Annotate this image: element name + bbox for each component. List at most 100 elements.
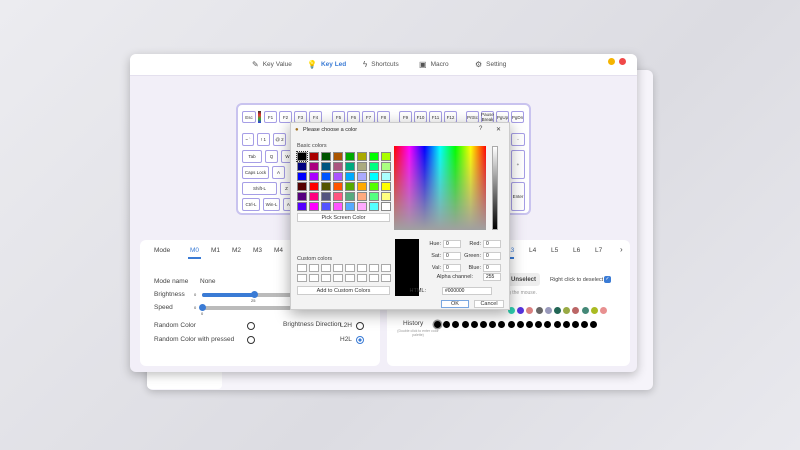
- blue-spinbox[interactable]: 0: [483, 264, 501, 272]
- basic-color-swatch[interactable]: [345, 162, 355, 171]
- custom-color-slot[interactable]: [309, 264, 319, 272]
- basic-color-swatch[interactable]: [345, 182, 355, 191]
- layer-tab-l5[interactable]: L5: [551, 247, 558, 254]
- palette-color[interactable]: [526, 307, 534, 314]
- nav-tab-key-led[interactable]: 💡 Key Led: [307, 60, 346, 69]
- basic-color-swatch[interactable]: [333, 192, 343, 201]
- palette-color[interactable]: [600, 307, 607, 314]
- palette-color[interactable]: [563, 307, 571, 314]
- custom-color-slot[interactable]: [369, 264, 379, 272]
- palette-color[interactable]: [590, 307, 598, 314]
- unselect-button[interactable]: Unselect: [507, 273, 540, 286]
- basic-color-swatch[interactable]: [309, 192, 319, 201]
- custom-color-slot[interactable]: [369, 274, 379, 282]
- l2h-radio[interactable]: [356, 322, 364, 330]
- layer-tab-l4[interactable]: L4: [529, 247, 536, 254]
- green-spinbox[interactable]: 0: [483, 252, 501, 260]
- basic-color-swatch[interactable]: [321, 202, 331, 211]
- random-pressed-radio[interactable]: [247, 336, 255, 344]
- pick-screen-color-button[interactable]: Pick Screen Color: [297, 213, 390, 222]
- close-button[interactable]: [619, 58, 626, 65]
- basic-color-swatch[interactable]: [369, 172, 379, 181]
- custom-color-slot[interactable]: [321, 264, 331, 272]
- nav-tab-shortcuts[interactable]: ϟ Shortcuts: [363, 60, 399, 69]
- basic-color-swatch[interactable]: [333, 182, 343, 191]
- basic-color-swatch[interactable]: [369, 162, 379, 171]
- palette-color[interactable]: [554, 307, 561, 314]
- key[interactable]: Shift-L: [242, 182, 277, 195]
- basic-color-swatch[interactable]: [321, 162, 331, 171]
- mode-tab-m3[interactable]: M3: [253, 247, 262, 254]
- custom-color-slot[interactable]: [297, 264, 307, 272]
- basic-color-swatch[interactable]: [357, 202, 367, 211]
- palette-color[interactable]: [572, 307, 580, 314]
- custom-color-slot[interactable]: [333, 264, 343, 272]
- custom-color-slot[interactable]: [381, 274, 391, 282]
- history-color[interactable]: [452, 321, 460, 328]
- key[interactable]: A: [272, 166, 285, 179]
- basic-color-swatch[interactable]: [297, 192, 307, 201]
- basic-color-swatch[interactable]: [369, 182, 379, 191]
- basic-color-swatch[interactable]: [381, 172, 391, 181]
- palette-color[interactable]: [581, 307, 589, 314]
- basic-color-swatch[interactable]: [357, 172, 367, 181]
- custom-color-slot[interactable]: [345, 274, 355, 282]
- basic-color-swatch[interactable]: [345, 192, 355, 201]
- luminance-slider[interactable]: [492, 146, 498, 230]
- chevron-right-icon[interactable]: ›: [620, 245, 623, 254]
- key[interactable]: Ctrl-L: [242, 198, 260, 211]
- red-spinbox[interactable]: 0: [483, 240, 501, 248]
- basic-color-swatch[interactable]: [321, 192, 331, 201]
- layer-tab-l6[interactable]: L6: [573, 247, 580, 254]
- custom-color-slot[interactable]: [357, 274, 367, 282]
- nav-tab-macro[interactable]: ▣ Macro: [419, 60, 449, 69]
- mode-tab-m0[interactable]: M0: [190, 247, 199, 254]
- basic-color-swatch[interactable]: [296, 151, 308, 162]
- key[interactable]: +: [511, 150, 525, 179]
- key[interactable]: ! 1: [257, 133, 270, 146]
- history-color[interactable]: [498, 321, 506, 328]
- basic-color-swatch[interactable]: [309, 172, 319, 181]
- custom-color-slot[interactable]: [381, 264, 391, 272]
- key[interactable]: Q: [265, 150, 278, 163]
- basic-color-swatch[interactable]: [309, 202, 319, 211]
- history-color[interactable]: [443, 321, 451, 328]
- basic-color-swatch[interactable]: [357, 152, 367, 161]
- key[interactable]: Caps Lock: [242, 166, 269, 179]
- history-color[interactable]: [507, 321, 515, 328]
- basic-color-swatch[interactable]: [321, 152, 331, 161]
- history-color[interactable]: [544, 321, 552, 328]
- history-color[interactable]: [480, 321, 487, 328]
- key[interactable]: Win-L: [263, 198, 280, 211]
- basic-color-swatch[interactable]: [381, 182, 391, 191]
- custom-color-slot[interactable]: [309, 274, 319, 282]
- basic-color-swatch[interactable]: [381, 192, 391, 201]
- key[interactable]: Esc: [242, 111, 256, 123]
- key[interactable]: Enter: [511, 182, 525, 211]
- nav-tab-key-value[interactable]: ✎ Key Value: [252, 60, 292, 69]
- key[interactable]: ~ `: [242, 133, 254, 146]
- basic-color-swatch[interactable]: [357, 192, 367, 201]
- basic-color-swatch[interactable]: [309, 152, 319, 161]
- layer-tab-l7[interactable]: L7: [595, 247, 602, 254]
- mode-tab-m4[interactable]: M4: [274, 247, 283, 254]
- history-color[interactable]: [526, 321, 533, 328]
- color-spectrum[interactable]: [394, 146, 486, 230]
- basic-color-swatch[interactable]: [297, 172, 307, 181]
- cancel-button[interactable]: Cancel: [474, 300, 504, 308]
- history-color[interactable]: [535, 321, 543, 328]
- custom-color-slot[interactable]: [297, 274, 307, 282]
- basic-color-swatch[interactable]: [297, 202, 307, 211]
- ok-button[interactable]: OK: [441, 300, 469, 308]
- h2l-radio[interactable]: [356, 336, 364, 344]
- basic-color-swatch[interactable]: [345, 172, 355, 181]
- html-input[interactable]: #000000: [442, 287, 492, 295]
- basic-color-swatch[interactable]: [309, 162, 319, 171]
- mode-tab-m2[interactable]: M2: [232, 247, 241, 254]
- help-button[interactable]: ?: [479, 126, 482, 132]
- basic-color-swatch[interactable]: [381, 152, 391, 161]
- basic-color-swatch[interactable]: [333, 202, 343, 211]
- basic-color-swatch[interactable]: [369, 192, 379, 201]
- basic-color-swatch[interactable]: [357, 162, 367, 171]
- speed-slider-thumb[interactable]: [199, 304, 206, 311]
